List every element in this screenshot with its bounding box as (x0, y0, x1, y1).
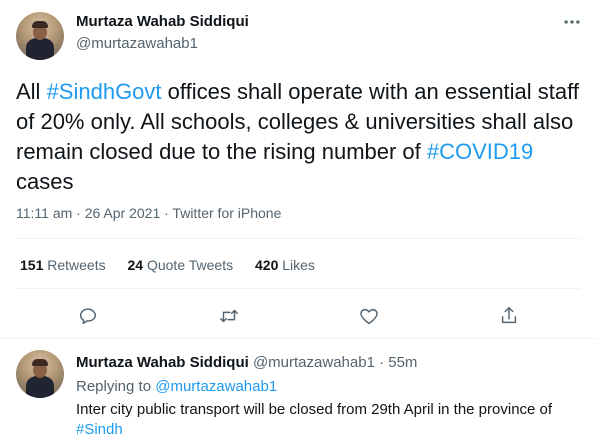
likes-label: Likes (282, 257, 315, 273)
likes-count: 420 (255, 257, 279, 273)
tweet-timestamp-source[interactable]: 11:11 am · 26 Apr 2021 · Twitter for iPh… (16, 205, 281, 221)
tweet-text-part: cases (16, 169, 74, 194)
replying-to: Replying to @murtazawahab1 (76, 378, 277, 395)
more-horizontal-icon[interactable] (562, 12, 582, 32)
author-handle[interactable]: @murtazawahab1 (76, 35, 198, 52)
reply-author-name[interactable]: Murtaza Wahab Siddiqui (76, 354, 249, 371)
quote-tweets-stat[interactable]: 24 Quote Tweets (128, 257, 234, 273)
retweets-count: 151 (20, 257, 44, 273)
author-name[interactable]: Murtaza Wahab Siddiqui (76, 13, 249, 30)
like-icon[interactable] (358, 305, 380, 327)
retweets-label: Retweets (47, 257, 106, 273)
hashtag-link[interactable]: #SindhGovt (47, 79, 162, 104)
reply-tweet[interactable]: Murtaza Wahab Siddiqui @murtazawahab1 · … (0, 340, 596, 440)
tweet-text: All #SindhGovt offices shall operate wit… (16, 77, 582, 197)
divider (16, 238, 580, 239)
reply-author-avatar[interactable] (16, 350, 64, 398)
retweets-stat[interactable]: 151 Retweets (20, 257, 106, 273)
quote-tweets-count: 24 (127, 257, 144, 273)
replying-to-mention[interactable]: @murtazawahab1 (155, 378, 277, 395)
reply-icon[interactable] (77, 305, 99, 327)
divider (0, 338, 596, 339)
tweet-actions (0, 302, 596, 330)
quote-tweets-label: Quote Tweets (146, 257, 234, 273)
retweet-icon[interactable] (218, 305, 240, 327)
tweet-text-part: All (16, 79, 47, 104)
author-avatar[interactable] (16, 12, 64, 60)
reply-author-line: Murtaza Wahab Siddiqui @murtazawahab1 · … (76, 354, 417, 371)
tweet-stats: 151 Retweets 24 Quote Tweets 420 Likes (20, 257, 333, 273)
share-icon[interactable] (498, 305, 520, 327)
hashtag-link[interactable]: #COVID19 (427, 139, 533, 164)
reply-text: Inter city public transport will be clos… (76, 400, 586, 440)
hashtag-link[interactable]: #Sindh (76, 421, 123, 438)
replying-to-prefix: Replying to (76, 378, 156, 395)
reply-author-handle-time[interactable]: @murtazawahab1 · 55m (253, 354, 417, 371)
likes-stat[interactable]: 420 Likes (255, 257, 315, 273)
divider (16, 288, 580, 289)
reply-text-body: Inter city public transport will be clos… (76, 401, 553, 418)
